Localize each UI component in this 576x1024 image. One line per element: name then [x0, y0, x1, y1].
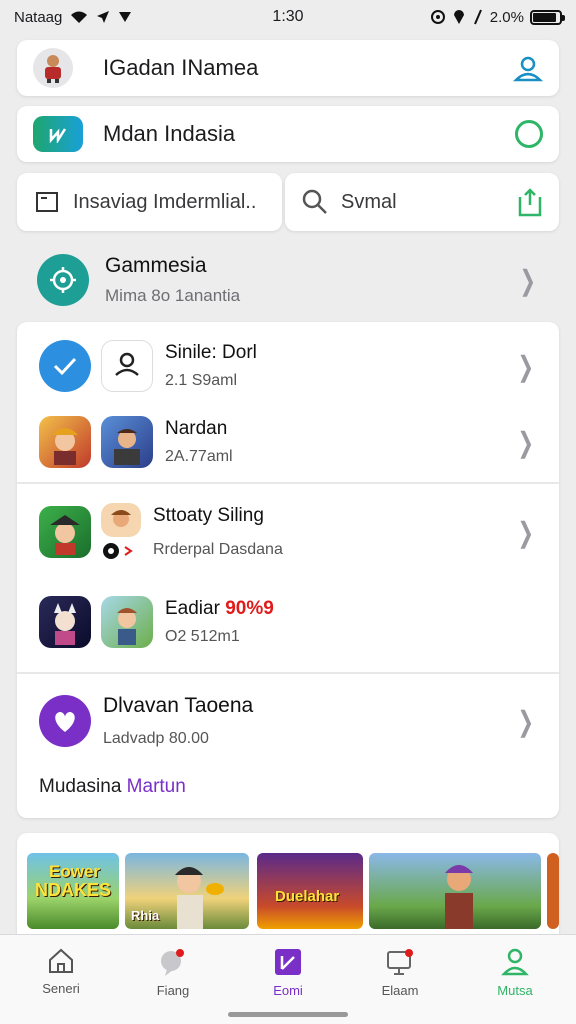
gamepad-gear-icon	[37, 254, 89, 306]
home-indicator[interactable]	[228, 1012, 348, 1017]
list-item[interactable]: Eadiar 90%9 O2 512m1	[17, 582, 559, 662]
tab-label: Fiang	[156, 983, 190, 998]
divider	[17, 672, 559, 674]
tile-label: Eower	[49, 862, 101, 881]
person-outline-icon	[101, 340, 153, 392]
square-bracket-icon	[36, 192, 58, 212]
record-icon	[101, 541, 141, 561]
avatar	[33, 48, 73, 88]
location-icon	[97, 11, 110, 23]
item-title: Sttoaty Siling	[153, 505, 264, 526]
home-icon	[49, 948, 73, 973]
profile-name: IGadan INamea	[103, 55, 259, 80]
item-title: Sinile: Dorl	[165, 342, 257, 363]
game-character-icon	[39, 506, 91, 558]
game-character-icon	[175, 867, 224, 929]
tab-fiang[interactable]: Fiang	[128, 947, 218, 998]
item-subtitle: 2.1 S9aml	[165, 372, 238, 389]
wifi-icon	[71, 11, 88, 23]
app-logo-icon	[33, 116, 83, 152]
chevron-right-icon: ❯	[517, 426, 534, 458]
battery-level	[533, 12, 557, 22]
check-shield-icon	[39, 340, 91, 392]
list-item[interactable]: Nardan 2A.77aml ❯	[17, 402, 559, 482]
tab-label: Eomi	[273, 983, 303, 998]
item-subtitle: Rrderpal Dasdana	[153, 541, 283, 558]
bottom-tab-bar: Seneri Fiang Eomi Elaam Mutsa	[0, 934, 576, 1024]
chat-icon	[161, 949, 184, 976]
item-title: Eadiar	[165, 598, 220, 619]
games-title: Gammesia	[105, 254, 207, 277]
game-character-icon	[101, 503, 141, 537]
item-subtitle: Ladvadp 80.00	[103, 730, 209, 747]
alarm-icon	[430, 10, 445, 24]
insaviag-label: Insaviag Imdermlial..	[73, 190, 257, 213]
pin-icon	[453, 10, 464, 24]
status-circle-icon[interactable]	[515, 120, 543, 148]
heart-icon	[39, 695, 91, 747]
item-title: Nardan	[165, 418, 228, 439]
games-subtitle: Mima 8o 1anantia	[105, 286, 241, 305]
character-avatar-icon	[45, 55, 61, 83]
item-subtitle: O2 512m1	[165, 628, 240, 645]
game-character-icon	[101, 596, 153, 648]
cell-signal-icon	[473, 9, 482, 25]
search-field[interactable]: Svmal	[285, 173, 559, 231]
battery-icon	[530, 9, 565, 25]
game-character-icon	[39, 416, 91, 468]
item-subtitle: 2A.77aml	[165, 448, 233, 465]
highlight-badge: 90%9	[225, 598, 274, 619]
banner-tile[interactable]: Eower NDAKES	[27, 853, 119, 929]
apps-list-card: Sinile: Dorl 2.1 S9aml ❯ Nardan 2A.77aml…	[17, 322, 559, 818]
tab-label: Mutsa	[497, 983, 533, 998]
games-section-header[interactable]: Gammesia Mima 8o 1anantia ❯	[17, 245, 559, 315]
banner-tile[interactable]: Duelahar	[257, 853, 363, 929]
carrier-label: Nataag	[14, 8, 63, 26]
person-icon	[501, 948, 529, 976]
tab-mutsa[interactable]: Mutsa	[470, 947, 560, 998]
chevron-right-icon: ❯	[519, 264, 536, 296]
person-icon[interactable]	[513, 54, 543, 82]
insaviag-field[interactable]: Insaviag Imdermlial..	[17, 173, 282, 231]
profile-card[interactable]: IGadan INamea	[17, 40, 559, 96]
tab-seneri[interactable]: Seneri	[16, 947, 106, 996]
banner-tile[interactable]	[547, 853, 559, 929]
list-item[interactable]: Sinile: Dorl 2.1 S9aml ❯	[17, 330, 559, 402]
battery-percentage: 2.0%	[489, 8, 524, 26]
tab-eomi[interactable]: Eomi	[243, 947, 333, 998]
tile-label: Rhia	[131, 908, 160, 923]
divider	[17, 482, 559, 484]
wallet-icon	[275, 949, 301, 975]
tab-label: Elaam	[381, 983, 419, 998]
game-character-icon	[39, 596, 91, 648]
footer-link[interactable]: Martun	[127, 776, 186, 797]
list-footer: Mudasina Martun	[39, 776, 186, 798]
featured-games-banner: Eower NDAKES Rhia Duelahar	[17, 833, 559, 943]
banner-tile[interactable]	[369, 853, 541, 929]
item-title: Dlvavan Taoena	[103, 694, 254, 717]
tab-label: Seneri	[42, 981, 80, 996]
list-item[interactable]: Sttoaty Siling Rrderpal Dasdana ❯	[17, 492, 559, 572]
list-item[interactable]: Dlvavan Taoena Ladvadp 80.00 ❯	[17, 678, 559, 764]
status-bar: Nataag 1:30 2.0%	[0, 0, 576, 34]
game-character-icon	[445, 865, 473, 929]
game-character-icon	[101, 416, 153, 468]
chevron-right-icon: ❯	[517, 516, 534, 548]
search-label: Svmal	[341, 190, 397, 213]
tab-elaam[interactable]: Elaam	[355, 947, 445, 998]
account-name: Mdan Indasia	[103, 121, 236, 146]
tile-label: Duelahar	[275, 888, 340, 905]
footer-text: Mudasina	[39, 776, 122, 797]
share-icon[interactable]	[517, 187, 543, 217]
monitor-icon	[387, 949, 413, 975]
banner-tile[interactable]: Rhia	[125, 853, 249, 929]
search-icon	[302, 189, 327, 214]
account-card[interactable]: Mdan Indasia	[17, 106, 559, 162]
tile-label: NDAKES	[35, 880, 112, 900]
chevron-right-icon: ❯	[517, 705, 534, 737]
signal-icon	[119, 12, 132, 22]
chevron-right-icon: ❯	[517, 350, 534, 382]
